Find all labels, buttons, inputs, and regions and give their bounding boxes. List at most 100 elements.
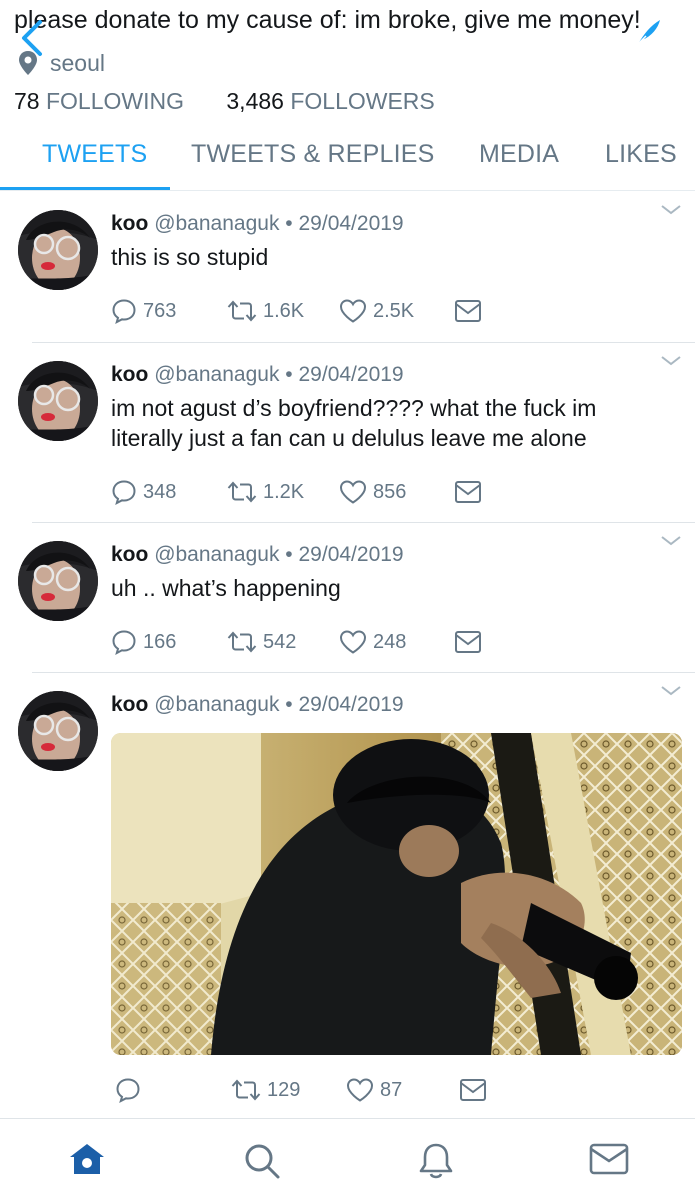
retweet-button[interactable]: 129 [231, 1075, 300, 1105]
tweet-date: 29/04/2019 [298, 363, 404, 386]
tweet-date: 29/04/2019 [298, 693, 404, 716]
tweet-photo[interactable] [111, 733, 682, 1055]
tab-tweets-and-replies[interactable]: TWEETS & REPLIES [191, 140, 435, 169]
user-handle: @bananaguk [154, 212, 280, 235]
like-button[interactable]: 87 [346, 1075, 402, 1105]
user-handle: @bananaguk [154, 693, 280, 716]
direct-message-button[interactable] [454, 477, 488, 507]
followers-count: 3,486 [226, 88, 284, 114]
tabs-divider [0, 190, 695, 191]
tweet-text: this is so stupid [111, 244, 269, 270]
user-handle: @bananaguk [154, 543, 280, 566]
chevron-down-icon[interactable] [660, 685, 682, 697]
envelope-icon [459, 1078, 487, 1102]
tweet[interactable]: koo @bananaguk • 29/04/2019 129 87 [0, 673, 695, 1118]
retweet-icon [227, 298, 257, 324]
tweet[interactable]: koo @bananaguk • 29/04/2019 uh .. what’s… [0, 523, 695, 673]
display-name[interactable]: koo [111, 693, 148, 716]
separator: • [285, 363, 293, 386]
reply-button[interactable]: 763 [111, 296, 176, 326]
chevron-down-icon[interactable] [660, 355, 682, 367]
heart-icon [339, 298, 367, 324]
like-button[interactable]: 248 [339, 627, 406, 657]
separator: • [285, 212, 293, 235]
avatar[interactable] [18, 691, 98, 771]
tweet-text: im not agust d’s boyfriend???? what the … [111, 395, 597, 451]
chevron-down-icon[interactable] [660, 535, 682, 547]
tab-tweets[interactable]: TWEETS [42, 140, 147, 169]
like-count: 2.5K [373, 299, 415, 322]
retweet-icon [227, 479, 257, 505]
compose-tweet-icon[interactable] [634, 16, 664, 48]
like-count: 87 [380, 1078, 403, 1101]
separator: • [285, 693, 293, 716]
reply-icon [111, 479, 137, 505]
avatar[interactable] [18, 541, 98, 621]
following-label: FOLLOWING [45, 88, 184, 114]
direct-message-button[interactable] [454, 296, 488, 326]
reply-button[interactable]: 166 [111, 627, 176, 657]
following-stat[interactable]: 78 FOLLOWING [14, 88, 184, 115]
tweet-actions: 166 542 248 [111, 627, 511, 657]
chevron-down-icon[interactable] [660, 204, 682, 216]
tweet-header: koo @bananaguk • 29/04/2019 [111, 212, 404, 236]
tweet-text: uh .. what’s happening [111, 575, 341, 601]
retweet-count: 129 [267, 1078, 301, 1101]
avatar[interactable] [18, 210, 98, 290]
retweet-count: 1.6K [263, 299, 305, 322]
retweet-button[interactable]: 1.2K [227, 477, 304, 507]
reply-count: 348 [143, 480, 177, 503]
reply-count: 166 [143, 630, 177, 653]
display-name[interactable]: koo [111, 363, 148, 386]
retweet-count: 542 [263, 630, 297, 653]
reply-icon [115, 1077, 141, 1103]
bottom-navigation [0, 1118, 695, 1200]
display-name[interactable]: koo [111, 212, 148, 235]
retweet-button[interactable]: 1.6K [227, 296, 304, 326]
location-text: seoul [50, 49, 105, 76]
tweet-actions: 763 1.6K 2.5K [111, 296, 511, 326]
following-count: 78 [14, 88, 40, 114]
like-button[interactable]: 856 [339, 477, 406, 507]
like-button[interactable]: 2.5K [339, 296, 414, 326]
tweet-header: koo @bananaguk • 29/04/2019 [111, 693, 404, 717]
search-icon[interactable] [242, 1141, 282, 1181]
retweet-icon [227, 629, 257, 655]
retweet-button[interactable]: 542 [227, 627, 296, 657]
user-handle: @bananaguk [154, 363, 280, 386]
notifications-icon[interactable] [416, 1141, 456, 1181]
profile-bio: please donate to my cause of: im broke, … [14, 6, 641, 34]
direct-message-button[interactable] [459, 1075, 493, 1105]
profile-location: seoul [18, 48, 105, 78]
tab-likes[interactable]: LIKES [605, 140, 677, 169]
tweet-header: koo @bananaguk • 29/04/2019 [111, 543, 404, 567]
separator: • [285, 543, 293, 566]
retweet-count: 1.2K [263, 480, 305, 503]
tweet[interactable]: koo @bananaguk • 29/04/2019 this is so s… [0, 192, 695, 343]
messages-icon[interactable] [588, 1141, 630, 1177]
reply-icon [111, 298, 137, 324]
profile-stats: 78 FOLLOWING 3,486 FOLLOWERS [14, 88, 471, 115]
envelope-icon [454, 480, 482, 504]
home-icon[interactable] [67, 1141, 107, 1177]
heart-icon [339, 629, 367, 655]
location-pin-icon [19, 51, 37, 75]
reply-icon [111, 629, 137, 655]
tweet-header: koo @bananaguk • 29/04/2019 [111, 363, 404, 387]
display-name[interactable]: koo [111, 543, 148, 566]
tweet-date: 29/04/2019 [298, 543, 404, 566]
avatar[interactable] [18, 361, 98, 441]
tab-media[interactable]: MEDIA [479, 140, 559, 169]
direct-message-button[interactable] [454, 627, 488, 657]
heart-icon [339, 479, 367, 505]
followers-stat[interactable]: 3,486 FOLLOWERS [226, 88, 434, 115]
tweet-actions: 129 87 [111, 1075, 511, 1105]
reply-button[interactable]: 348 [111, 477, 176, 507]
reply-button[interactable] [115, 1075, 147, 1105]
envelope-icon [454, 630, 482, 654]
retweet-icon [231, 1077, 261, 1103]
tweet[interactable]: koo @bananaguk • 29/04/2019 im not agust… [0, 343, 695, 523]
tweet-actions: 348 1.2K 856 [111, 477, 511, 507]
envelope-icon [454, 299, 482, 323]
like-count: 856 [373, 480, 407, 503]
